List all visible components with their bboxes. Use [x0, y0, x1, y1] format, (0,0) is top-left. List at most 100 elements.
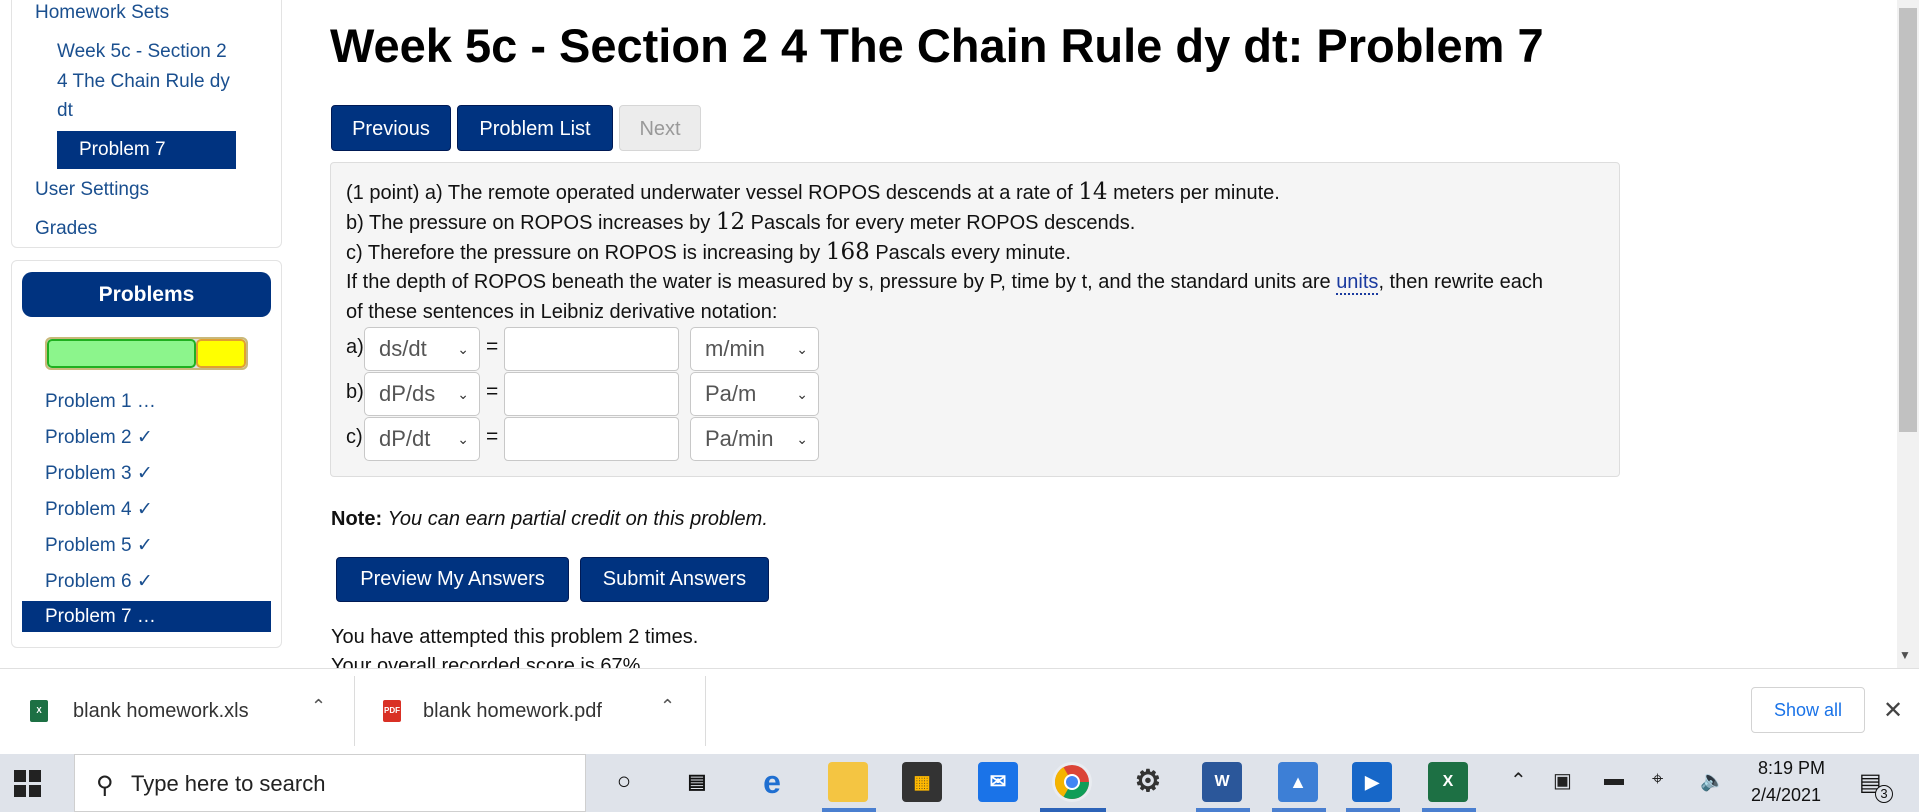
problem-list-item[interactable]: Problem 3 ✓: [45, 459, 153, 488]
derivative-select-value: ds/dt: [379, 336, 427, 361]
edge-icon[interactable]: e: [752, 762, 792, 802]
show-all-downloads-button[interactable]: Show all: [1751, 687, 1865, 733]
sidebar-set-link-line2[interactable]: 4 The Chain Rule dy: [57, 67, 230, 96]
download-item-xls[interactable]: X blank homework.xls ⌃: [0, 668, 354, 754]
active-app-indicator: [1422, 808, 1476, 812]
chevron-up-icon[interactable]: ⌃: [311, 696, 326, 717]
problem-line-d: If the depth of ROPOS beneath the water …: [346, 268, 1543, 296]
unit-select-value: Pa/min: [705, 426, 774, 451]
previous-button[interactable]: Previous: [331, 105, 451, 151]
problems-header: Problems: [22, 272, 271, 317]
chevron-down-icon: ⌄: [796, 431, 808, 447]
screen: Homework Sets Week 5c - Section 2 4 The …: [0, 0, 1919, 812]
problem-list-item[interactable]: Problem 6 ✓: [45, 567, 153, 596]
pressure-rate-value: 12: [715, 209, 746, 235]
notification-count-badge: 3: [1875, 785, 1893, 803]
excel-file-icon: X: [30, 700, 48, 722]
rate-value: 14: [1078, 179, 1108, 205]
scrollbar-thumb[interactable]: [1899, 8, 1917, 432]
file-explorer-icon[interactable]: [828, 762, 868, 802]
clock-date[interactable]: 2/4/2021: [1751, 785, 1821, 806]
page-title: Week 5c - Section 2 4 The Chain Rule dy …: [330, 19, 1544, 72]
download-filename: blank homework.xls: [73, 700, 249, 722]
problem-line-a: (1 point) a) The remote operated underwa…: [346, 178, 1280, 207]
unit-select-value: m/min: [705, 336, 765, 361]
score-text: Your overall recorded score is 67%.: [331, 655, 646, 668]
chevron-up-icon[interactable]: ⌃: [1510, 768, 1527, 793]
next-button: Next: [619, 105, 701, 151]
meet-now-icon[interactable]: ▣: [1553, 768, 1572, 793]
task-view-icon[interactable]: ▤: [677, 762, 717, 802]
mail-icon[interactable]: ✉: [978, 762, 1018, 802]
note-label: Note:: [331, 508, 383, 530]
units-link[interactable]: units: [1336, 271, 1379, 295]
derivative-select-c[interactable]: dP/dt ⌄: [364, 417, 480, 461]
settings-icon[interactable]: ⚙: [1128, 762, 1168, 802]
problem-list-button[interactable]: Problem List: [457, 105, 613, 151]
unit-select-value: Pa/m: [705, 381, 757, 406]
excel-icon[interactable]: X: [1428, 762, 1468, 802]
chevron-up-icon[interactable]: ⌃: [660, 696, 675, 717]
problem-line-c: c) Therefore the pressure on ROPOS is in…: [346, 238, 1071, 267]
progress-partial-segment: [196, 339, 246, 368]
problem-list-item[interactable]: Problem 2 ✓: [45, 423, 153, 452]
problem-line-b-prefix: b) The pressure on ROPOS increases by: [346, 212, 711, 234]
problem-list-item[interactable]: Problem 5 ✓: [45, 531, 153, 560]
problem-line-d-prefix: If the depth of ROPOS beneath the water …: [346, 271, 1331, 293]
problem-line-c-prefix: c) Therefore the pressure on ROPOS is in…: [346, 242, 821, 264]
progress-correct-segment: [47, 339, 197, 368]
problem-list-item[interactable]: Problem 4 ✓: [45, 495, 153, 524]
active-app-indicator: [1272, 808, 1326, 812]
equals-sign: =: [486, 335, 499, 358]
preview-answers-button[interactable]: Preview My Answers: [336, 557, 569, 602]
problem-line-a-prefix: (1 point) a) The remote operated underwa…: [346, 182, 1073, 204]
problem-line-b: b) The pressure on ROPOS increases by 12…: [346, 208, 1135, 237]
sidebar-grades-link[interactable]: Grades: [35, 214, 97, 243]
sidebar-current-problem[interactable]: Problem 7: [57, 131, 236, 169]
answer-input-a[interactable]: [504, 327, 679, 371]
store-icon[interactable]: ▦: [902, 762, 942, 802]
chevron-down-icon: ⌄: [457, 431, 469, 447]
chevron-down-icon: ⌄: [457, 341, 469, 357]
chevron-down-icon: ⌄: [796, 386, 808, 402]
sidebar-set-link-line3[interactable]: dt: [57, 96, 73, 125]
equals-sign: =: [486, 380, 499, 403]
sidebar-homework-sets-link[interactable]: Homework Sets: [35, 0, 169, 27]
scroll-down-arrow-icon[interactable]: ▼: [1899, 648, 1911, 662]
problem-list-item[interactable]: Problem 1 …: [45, 387, 156, 416]
volume-icon[interactable]: 🔈: [1700, 768, 1725, 793]
photos-icon[interactable]: ▲: [1278, 762, 1318, 802]
answer-input-c[interactable]: [504, 417, 679, 461]
windows-start-icon[interactable]: [14, 770, 42, 798]
sidebar-set-link-line1[interactable]: Week 5c - Section 2: [57, 37, 227, 66]
derivative-select-b[interactable]: dP/ds ⌄: [364, 372, 480, 416]
word-icon[interactable]: W: [1202, 762, 1242, 802]
cortana-icon[interactable]: ○: [604, 762, 644, 802]
unit-select-a[interactable]: m/min ⌄: [690, 327, 819, 371]
active-app-indicator: [822, 808, 876, 812]
battery-icon[interactable]: ▬: [1604, 768, 1624, 791]
chevron-down-icon: ⌄: [796, 341, 808, 357]
clock-time[interactable]: 8:19 PM: [1758, 758, 1825, 779]
download-item-pdf[interactable]: PDF blank homework.pdf ⌃: [355, 668, 705, 754]
attempts-text: You have attempted this problem 2 times.: [331, 626, 699, 648]
problem-line-a-suffix: meters per minute.: [1113, 182, 1280, 204]
derivative-select-a[interactable]: ds/dt ⌄: [364, 327, 480, 371]
movies-icon[interactable]: ▶: [1352, 762, 1392, 802]
sidebar-user-settings-link[interactable]: User Settings: [35, 175, 149, 204]
partial-credit-note: Note: You can earn partial credit on thi…: [331, 508, 768, 531]
pressure-time-value: 168: [825, 239, 870, 265]
problem-line-e: of these sentences in Leibniz derivative…: [346, 301, 778, 323]
chrome-icon[interactable]: [1052, 762, 1092, 802]
submit-answers-button[interactable]: Submit Answers: [580, 557, 769, 602]
wifi-icon[interactable]: ⌖: [1652, 768, 1663, 791]
unit-select-b[interactable]: Pa/m ⌄: [690, 372, 819, 416]
problem-list-item-active[interactable]: Problem 7 …: [22, 601, 271, 632]
problem-line-c-suffix: Pascals every minute.: [875, 242, 1071, 264]
answer-input-b[interactable]: [504, 372, 679, 416]
close-icon[interactable]: ✕: [1883, 696, 1903, 725]
unit-select-c[interactable]: Pa/min ⌄: [690, 417, 819, 461]
answer-letter: b): [346, 381, 364, 403]
browser-viewport: Homework Sets Week 5c - Section 2 4 The …: [0, 0, 1919, 668]
taskbar-search-placeholder: Type here to search: [131, 771, 326, 796]
